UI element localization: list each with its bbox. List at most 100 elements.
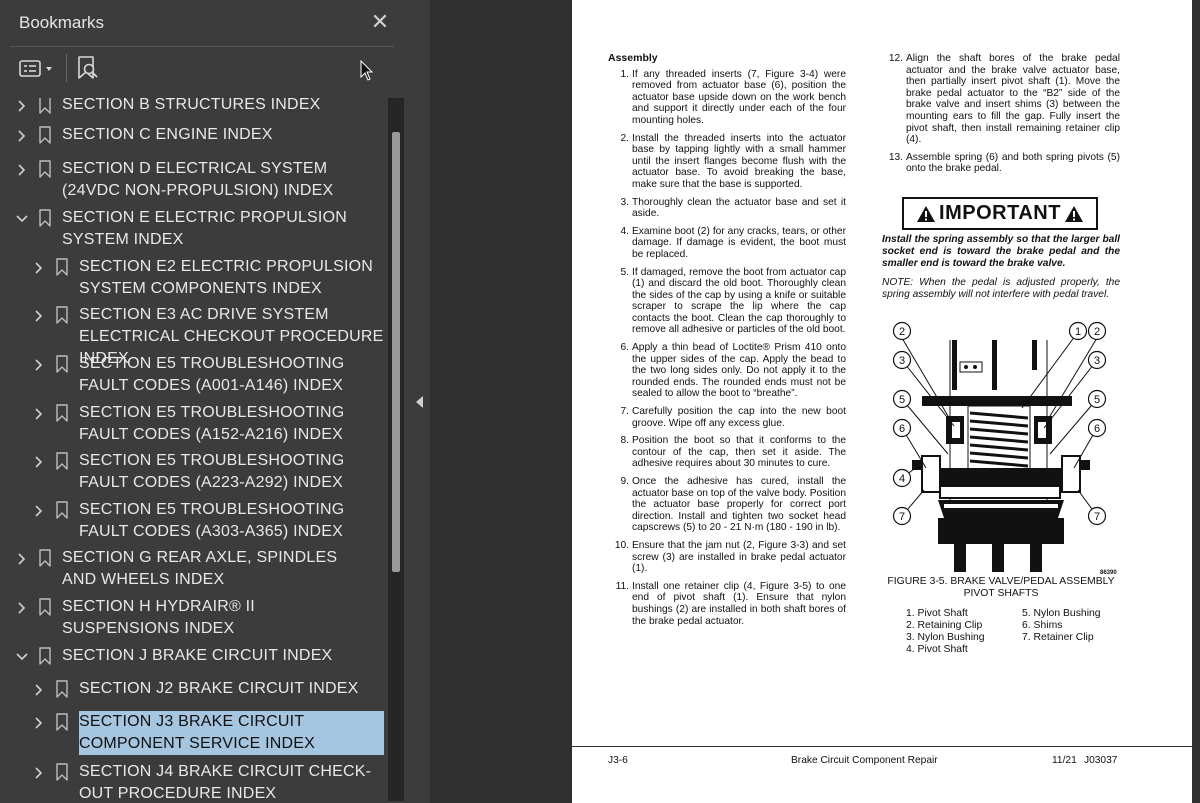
bookmark-label[interactable]: SECTION G REAR AXLE, SPINDLES AND WHEELS… [62,547,374,591]
bookmark-label[interactable]: SECTION E ELECTRIC PROPULSION SYSTEM IND… [62,207,374,251]
chevron-right-icon[interactable] [15,160,29,180]
chevron-down-icon[interactable] [15,209,29,229]
bookmark-label[interactable]: SECTION E5 TROUBLESHOOTING FAULT CODES (… [79,499,384,543]
close-panel-button[interactable]: ✕ [370,10,390,34]
bookmark-item[interactable]: SECTION E3 AC DRIVE SYSTEM ELECTRICAL CH… [10,304,388,367]
bookmark-label[interactable]: SECTION E5 TROUBLESHOOTING FAULT CODES (… [79,450,384,494]
right-step-list: 12. Align the shaft bores of the brake pe… [882,53,1120,175]
bookmark-icon [38,597,52,617]
figure-caption: FIGURE 3-5. BRAKE VALVE/PEDAL ASSEMBLY P… [887,576,1115,599]
instruction-step: 3. Thoroughly clean the actuator base and… [608,196,847,220]
chevron-right-icon[interactable] [15,549,29,569]
callout-label: 2 [1094,326,1100,338]
step-text: Once the adhesive has cured, install the… [632,476,846,534]
mouse-pointer-icon [360,59,374,82]
bookmark-icon [38,125,52,145]
bookmark-label[interactable]: SECTION C ENGINE INDEX [62,124,374,146]
right-column: 12. Align the shaft bores of the brake pe… [882,53,1120,181]
bookmark-label[interactable]: SECTION E5 TROUBLESHOOTING FAULT CODES (… [79,353,384,397]
brake-valve-figure: 2 3 5 6 4 7 1 2 3 5 6 7 86390 [892,321,1117,576]
bookmark-label[interactable]: SECTION J4 BRAKE CIRCUIT CHECK-OUT PROCE… [79,761,384,801]
chevron-right-icon[interactable] [15,126,29,146]
instruction-step: 6. Apply a thin bead of Loctite® Prism 41… [608,342,847,400]
chevron-right-icon[interactable] [32,355,46,375]
chevron-right-icon[interactable] [15,598,29,618]
bookmark-label[interactable]: SECTION J2 BRAKE CIRCUIT INDEX [79,678,384,700]
chevron-right-icon[interactable] [15,98,29,116]
chevron-down-icon[interactable] [15,647,29,667]
footer-page-number: J3-6 [608,755,628,766]
callout-label: 6 [899,423,905,435]
legend-item: 1. Pivot Shaft [906,608,968,619]
instruction-step: 2. Install the threaded inserts into the … [608,132,847,191]
bookmark-tree: SECTION B STRUCTURES INDEX SECTION C ENGI… [10,98,388,801]
instruction-step: 7. Carefully position the cap into the ne… [608,406,847,429]
legend-item: 6. Shims [1022,620,1063,631]
bookmark-label[interactable]: SECTION J3 BRAKE CIRCUIT COMPONENT SERVI… [79,711,384,755]
bookmarks-panel: Bookmarks ✕ SECTION B STRUCTURES INDEX SE… [0,0,410,803]
instruction-step: 1. If any threaded inserts (7, Figure 3-4… [608,68,847,127]
chevron-right-icon[interactable] [32,763,46,783]
bookmark-label[interactable]: SECTION B STRUCTURES INDEX [62,98,374,116]
panel-divider [10,46,394,47]
bookmark-label[interactable]: SECTION J BRAKE CIRCUIT INDEX [62,645,374,667]
step-text: If any threaded inserts (7, Figure 3-4) … [632,68,846,126]
bookmarks-title: Bookmarks [19,13,105,32]
bookmark-label[interactable]: SECTION H HYDRAIR® II SUSPENSIONS INDEX [62,596,374,640]
bookmark-item[interactable]: SECTION G REAR AXLE, SPINDLES AND WHEELS… [10,547,388,593]
bookmark-label[interactable]: SECTION E2 ELECTRIC PROPULSION SYSTEM CO… [79,256,384,300]
bookmark-item[interactable]: SECTION J3 BRAKE CIRCUIT COMPONENT SERVI… [10,711,388,757]
step-text: Position the boot so that it conforms to… [632,435,846,470]
bookmark-label[interactable]: SECTION E5 TROUBLESHOOTING FAULT CODES (… [79,402,384,446]
bookmark-item[interactable]: SECTION E5 TROUBLESHOOTING FAULT CODES (… [10,450,388,496]
bookmark-icon [38,548,52,568]
chevron-right-icon[interactable] [32,306,46,326]
bookmark-item[interactable]: SECTION D ELECTRICAL SYSTEM (24VDC NON-P… [10,158,388,204]
step-text: Thoroughly clean the actuator base and s… [632,196,846,220]
bookmark-icon [55,679,69,699]
instruction-step: 4. Examine boot (2) for any cracks, tears… [608,226,847,261]
important-text: Install the spring assembly so that the … [882,234,1120,269]
warning-triangle-icon [917,205,936,222]
bookmark-item[interactable]: SECTION E ELECTRIC PROPULSION SYSTEM IND… [10,207,388,253]
bookmark-icon [38,98,52,115]
chevron-right-icon[interactable] [32,452,46,472]
step-number: 1. [620,68,630,80]
step-text: Carefully position the cap into the new … [632,406,846,429]
important-banner: IMPORTANT [902,197,1098,230]
warning-triangle-icon [1064,205,1083,222]
bookmark-item[interactable]: SECTION H HYDRAIR® II SUSPENSIONS INDEX [10,596,388,642]
bookmark-label[interactable]: SECTION D ELECTRICAL SYSTEM (24VDC NON-P… [62,158,374,202]
bookmark-icon [38,159,52,179]
bookmark-item[interactable]: SECTION E5 TROUBLESHOOTING FAULT CODES (… [10,353,388,399]
bookmark-item[interactable]: SECTION E5 TROUBLESHOOTING FAULT CODES (… [10,402,388,448]
scrollbar-thumb[interactable] [392,132,400,572]
step-text: Apply a thin bead of Loctite® Prism 410 … [632,342,846,400]
footer-rule [572,746,1192,747]
find-bookmark-icon[interactable] [74,54,102,84]
bookmark-icon [55,354,69,374]
chevron-right-icon[interactable] [32,258,46,278]
step-number: 2. [620,132,630,144]
chevron-right-icon[interactable] [32,501,46,521]
bookmark-item[interactable]: SECTION E2 ELECTRIC PROPULSION SYSTEM CO… [10,256,388,302]
chevron-right-icon[interactable] [32,404,46,424]
step-number: 10. [614,539,629,551]
bookmark-icon [38,646,52,666]
instruction-step: 5. If damaged, remove the boot from actua… [608,267,847,337]
chevron-right-icon[interactable] [32,680,46,700]
bookmark-item[interactable]: SECTION E5 TROUBLESHOOTING FAULT CODES (… [10,499,388,545]
callout-label: 5 [1094,394,1100,406]
footer-doc-code: J03037 [1084,755,1118,766]
section-heading: Assembly [608,52,658,64]
callout-label: 4 [899,473,905,485]
step-number: 12. [888,53,903,64]
collapse-left-icon[interactable] [416,395,424,408]
options-list-icon[interactable] [18,56,58,82]
callout-label: 2 [899,326,905,338]
chevron-right-icon[interactable] [32,713,46,733]
document-page: Assembly 1. If any threaded inserts (7, F… [572,0,1192,803]
bookmark-item[interactable]: SECTION J4 BRAKE CIRCUIT CHECK-OUT PROCE… [10,761,388,801]
legend-item: 7. Retainer Clip [1022,632,1094,643]
step-number: 6. [620,342,630,354]
